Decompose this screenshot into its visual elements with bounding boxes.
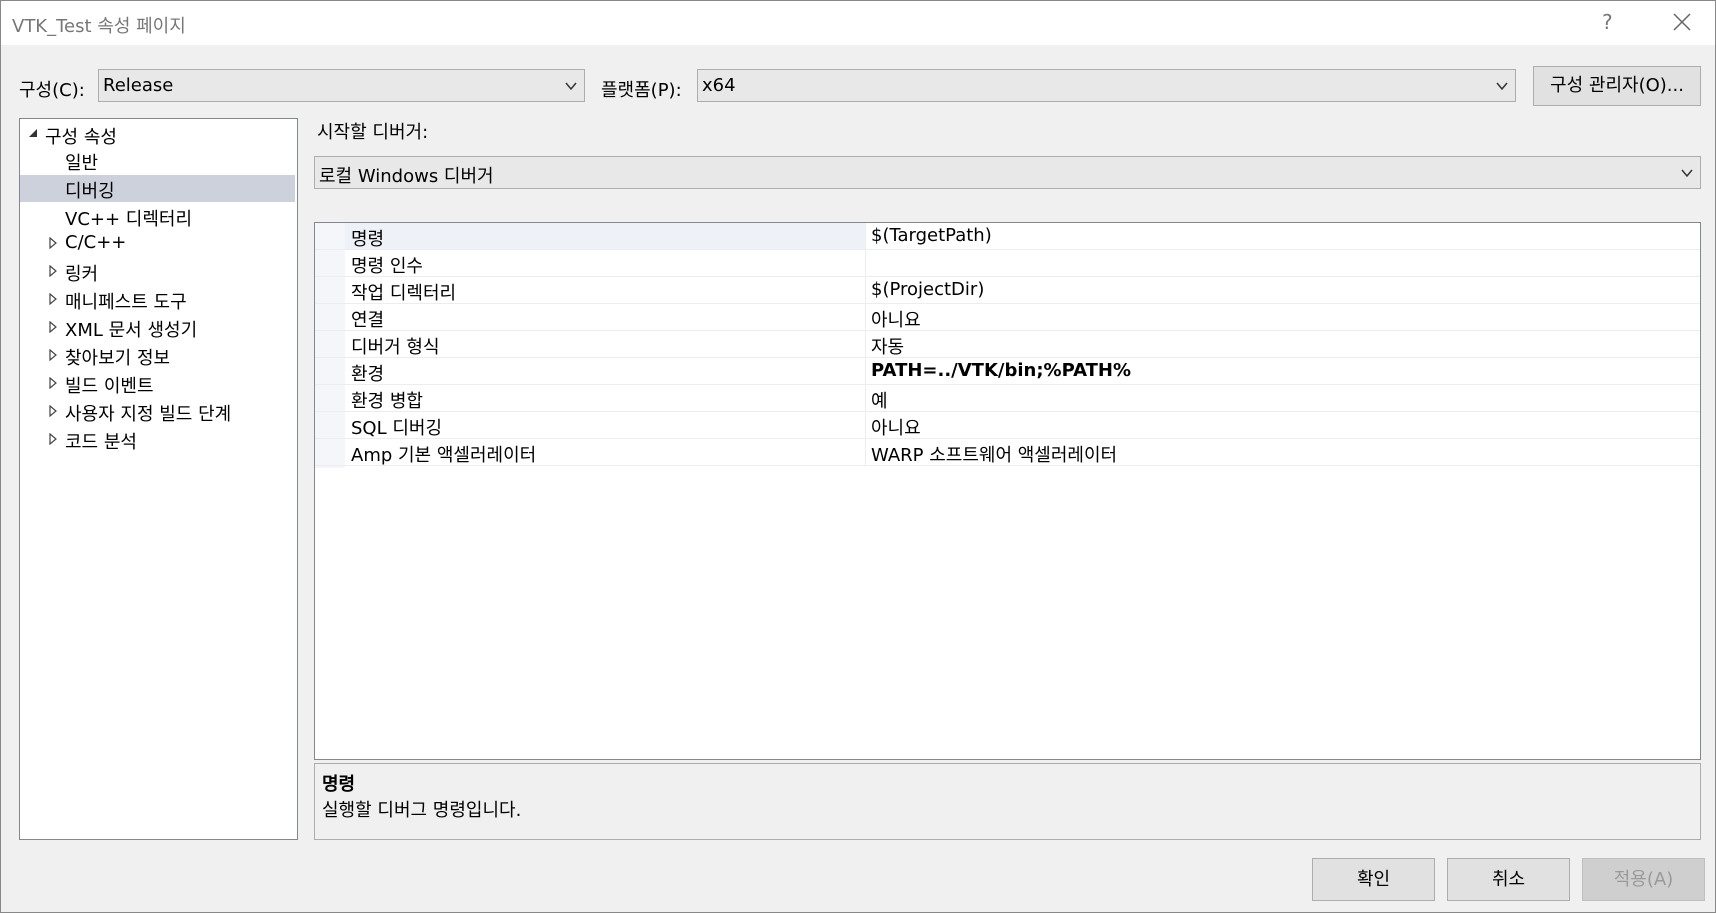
property-row-attach[interactable]: 연결 아니요 xyxy=(315,304,1700,331)
chevron-down-icon xyxy=(565,82,577,91)
expand-triangle-icon[interactable] xyxy=(48,433,58,445)
property-name: 명령 인수 xyxy=(351,256,423,277)
tree-item-vc-directories[interactable]: VC++ 디렉터리 xyxy=(20,203,295,230)
title-bar: VTK_Test 속성 페이지 ? xyxy=(1,1,1715,45)
property-value[interactable]: $(TargetPath) xyxy=(871,225,992,246)
tree-item-label: VC++ 디렉터리 xyxy=(65,209,193,230)
config-manager-button[interactable]: 구성 관리자(O)... xyxy=(1533,66,1701,106)
tree-item-manifest-tool[interactable]: 매니페스트 도구 xyxy=(20,286,295,313)
tree-root-label: 구성 속성 xyxy=(45,127,117,148)
close-icon[interactable] xyxy=(1669,9,1695,35)
tree-root[interactable]: 구성 속성 xyxy=(20,121,295,148)
property-value[interactable]: PATH=../VTK/bin;%PATH% xyxy=(871,360,1131,381)
column-separator xyxy=(865,385,866,412)
platform-dropdown[interactable]: x64 xyxy=(697,69,1516,102)
property-row-merge-environment[interactable]: 환경 병합 예 xyxy=(315,385,1700,412)
ok-button[interactable]: 확인 xyxy=(1312,858,1435,901)
property-name: 작업 디렉터리 xyxy=(351,283,457,304)
property-row-environment[interactable]: 환경 PATH=../VTK/bin;%PATH% xyxy=(315,358,1700,385)
tree-item-debugging[interactable]: 디버깅 xyxy=(20,175,295,202)
expand-triangle-icon[interactable] xyxy=(48,265,58,277)
chevron-down-icon xyxy=(1496,82,1508,91)
chevron-down-icon xyxy=(1681,169,1693,178)
expand-triangle-icon[interactable] xyxy=(48,349,58,361)
expand-triangle-icon[interactable] xyxy=(48,293,58,305)
tree-item-label: XML 문서 생성기 xyxy=(65,320,198,341)
property-name: 디버거 형식 xyxy=(351,337,440,358)
property-name: 환경 xyxy=(351,364,385,385)
platform-value: x64 xyxy=(702,75,736,96)
property-value[interactable]: 자동 xyxy=(871,333,904,359)
config-tree[interactable]: 구성 속성 일반 디버깅 VC++ 디렉터리 C/C++ 링커 매니페스트 도구… xyxy=(19,118,298,840)
expand-triangle-icon[interactable] xyxy=(48,237,58,249)
dialog-window: VTK_Test 속성 페이지 ? 구성(C): Release 플랫폼(P):… xyxy=(0,0,1716,913)
debugger-label: 시작할 디버거: xyxy=(317,122,429,143)
property-row-command[interactable]: 명령 $(TargetPath) xyxy=(315,223,1700,250)
collapse-triangle-icon[interactable] xyxy=(28,128,38,138)
tree-item-label: 링커 xyxy=(65,264,99,285)
property-name-cell-selected xyxy=(345,223,865,249)
tree-item-browse-info[interactable]: 찾아보기 정보 xyxy=(20,342,295,369)
column-separator xyxy=(865,223,866,250)
tree-item-label: 매니페스트 도구 xyxy=(65,292,187,313)
property-value[interactable]: 예 xyxy=(871,387,888,413)
platform-label: 플랫폼(P): xyxy=(601,80,682,101)
column-separator xyxy=(865,412,866,439)
property-value[interactable]: $(ProjectDir) xyxy=(871,279,984,300)
tree-item-label: 빌드 이벤트 xyxy=(65,376,154,397)
property-row-amp-accelerator[interactable]: Amp 기본 액셀러레이터 WARP 소프트웨어 액셀러레이터 xyxy=(315,439,1700,466)
window-title: VTK_Test 속성 페이지 xyxy=(12,16,186,37)
expand-triangle-icon[interactable] xyxy=(48,377,58,389)
cancel-button[interactable]: 취소 xyxy=(1447,858,1570,901)
column-separator xyxy=(865,277,866,304)
property-value[interactable]: WARP 소프트웨어 액셀러레이터 xyxy=(871,441,1117,467)
tree-item-linker[interactable]: 링커 xyxy=(20,258,295,285)
property-value[interactable]: 아니요 xyxy=(871,414,921,440)
property-name: 연결 xyxy=(351,310,385,331)
help-button[interactable]: ? xyxy=(1602,10,1613,34)
column-separator xyxy=(865,304,866,331)
debugger-value: 로컬 Windows 디버거 xyxy=(319,166,494,187)
config-value: Release xyxy=(103,75,174,96)
tree-item-code-analysis[interactable]: 코드 분석 xyxy=(20,426,295,453)
tree-item-build-events[interactable]: 빌드 이벤트 xyxy=(20,370,295,397)
column-separator xyxy=(865,439,866,466)
tree-item-general[interactable]: 일반 xyxy=(20,147,295,174)
debugger-dropdown[interactable]: 로컬 Windows 디버거 xyxy=(314,156,1701,189)
property-row-debugger-type[interactable]: 디버거 형식 자동 xyxy=(315,331,1700,358)
description-body: 실행할 디버그 명령입니다. xyxy=(322,800,522,821)
column-separator xyxy=(865,331,866,358)
description-title: 명령 xyxy=(322,774,356,795)
apply-button[interactable]: 적용(A) xyxy=(1582,858,1705,901)
column-separator xyxy=(865,358,866,385)
property-name: SQL 디버깅 xyxy=(351,418,443,439)
property-row-working-dir[interactable]: 작업 디렉터리 $(ProjectDir) xyxy=(315,277,1700,304)
tree-item-c-cpp[interactable]: C/C++ xyxy=(20,230,295,257)
description-panel: 명령 실행할 디버그 명령입니다. xyxy=(314,763,1701,840)
tree-item-label: C/C++ xyxy=(65,232,127,253)
expand-triangle-icon[interactable] xyxy=(48,405,58,417)
tree-item-label: 코드 분석 xyxy=(65,432,137,453)
property-name: 명령 xyxy=(351,229,385,250)
column-separator xyxy=(865,250,866,277)
property-name: 환경 병합 xyxy=(351,391,423,412)
property-row-command-args[interactable]: 명령 인수 xyxy=(315,250,1700,277)
tree-item-label: 찾아보기 정보 xyxy=(65,348,171,369)
expand-triangle-icon[interactable] xyxy=(48,321,58,333)
tree-item-label: 사용자 지정 빌드 단계 xyxy=(65,404,232,425)
property-value[interactable]: 아니요 xyxy=(871,306,921,332)
property-grid[interactable]: 명령 $(TargetPath) 명령 인수 작업 디렉터리 $(Project… xyxy=(314,222,1701,760)
config-label: 구성(C): xyxy=(19,80,85,101)
tree-item-label: 일반 xyxy=(65,153,99,174)
config-dropdown[interactable]: Release xyxy=(98,69,585,102)
tree-item-label: 디버깅 xyxy=(65,181,115,202)
property-name: Amp 기본 액셀러레이터 xyxy=(351,445,537,466)
property-row-sql-debugging[interactable]: SQL 디버깅 아니요 xyxy=(315,412,1700,439)
tree-item-custom-build-step[interactable]: 사용자 지정 빌드 단계 xyxy=(20,398,295,425)
tree-item-xml-doc-generator[interactable]: XML 문서 생성기 xyxy=(20,314,295,341)
